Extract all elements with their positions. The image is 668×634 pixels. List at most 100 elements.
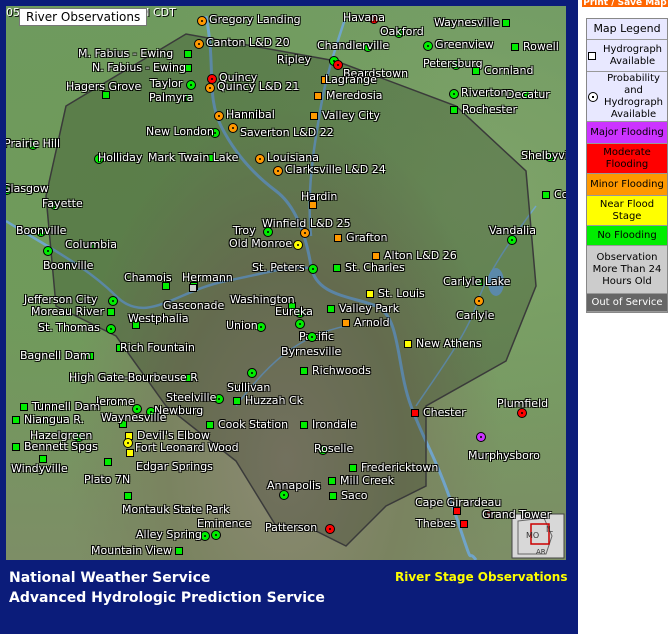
- station-marker[interactable]: [211, 530, 221, 540]
- station-marker[interactable]: [349, 464, 357, 472]
- station-marker[interactable]: [273, 166, 283, 176]
- station-marker[interactable]: [342, 319, 350, 327]
- station-marker[interactable]: [308, 264, 318, 274]
- station-marker[interactable]: [255, 154, 265, 164]
- station-marker[interactable]: [300, 421, 308, 429]
- station-marker[interactable]: [295, 319, 305, 329]
- station-label[interactable]: Oakford: [380, 26, 424, 38]
- station-label[interactable]: Moreau River: [31, 306, 104, 318]
- station-label[interactable]: Lagrange: [325, 74, 377, 86]
- station-marker[interactable]: [411, 409, 419, 417]
- station-label[interactable]: Saverton L&D 22: [240, 127, 334, 139]
- station-label[interactable]: High Gate-Bourbeuse R: [69, 372, 198, 384]
- station-label[interactable]: Hagers Grove: [66, 81, 141, 93]
- station-label[interactable]: Eureka: [275, 306, 313, 318]
- station-marker[interactable]: [263, 227, 273, 237]
- station-label[interactable]: Saco: [341, 490, 368, 502]
- station-marker[interactable]: [300, 367, 308, 375]
- station-label[interactable]: Winfield L&D 25: [262, 218, 351, 230]
- station-label[interactable]: Taylor: [150, 78, 182, 90]
- station-label[interactable]: Murphysboro: [468, 450, 540, 462]
- station-label[interactable]: Richwoods: [312, 365, 371, 377]
- station-marker[interactable]: [247, 368, 257, 378]
- station-marker[interactable]: [233, 397, 241, 405]
- station-label[interactable]: Rich Fountain: [120, 342, 195, 354]
- station-label[interactable]: Edgar Springs: [136, 461, 213, 473]
- station-marker[interactable]: [333, 60, 343, 70]
- station-marker[interactable]: [205, 83, 215, 93]
- station-label[interactable]: Prairie Hill: [6, 138, 60, 150]
- station-label[interactable]: Cook Station: [218, 419, 288, 431]
- station-marker[interactable]: [472, 67, 480, 75]
- station-marker[interactable]: [104, 458, 112, 466]
- station-marker[interactable]: [449, 89, 459, 99]
- station-label[interactable]: New Athens: [416, 338, 482, 350]
- station-label[interactable]: Chandlerville: [317, 40, 389, 52]
- station-label[interactable]: New London: [146, 126, 214, 138]
- station-label[interactable]: Annapolis: [267, 480, 321, 492]
- station-label[interactable]: Westphalia: [128, 313, 189, 325]
- station-label[interactable]: Montauk State Park: [122, 504, 229, 516]
- station-marker[interactable]: [206, 421, 214, 429]
- station-label[interactable]: Clarksville L&D 24: [285, 164, 386, 176]
- station-label[interactable]: M. Fabius - Ewing: [78, 48, 173, 60]
- station-marker[interactable]: [542, 191, 550, 199]
- station-label[interactable]: Hannibal: [226, 109, 275, 121]
- station-label[interactable]: Valley Park: [339, 303, 399, 315]
- station-marker[interactable]: [293, 240, 303, 250]
- station-label[interactable]: Byrnesville: [281, 346, 341, 358]
- station-label[interactable]: St. Thomas: [38, 322, 100, 334]
- station-marker[interactable]: [327, 305, 335, 313]
- station-marker[interactable]: [175, 547, 183, 555]
- station-label[interactable]: Carlyle: [456, 310, 494, 322]
- station-label[interactable]: Plato 7N: [84, 474, 130, 486]
- station-label[interactable]: Cowden: [554, 189, 566, 201]
- station-label[interactable]: Mill Creek: [340, 475, 394, 487]
- station-marker[interactable]: [186, 80, 196, 90]
- station-label[interactable]: Quincy L&D 21: [217, 81, 299, 93]
- station-label[interactable]: Waynesville: [434, 17, 499, 29]
- station-label[interactable]: Chamois: [124, 272, 172, 284]
- station-label[interactable]: Decatur: [506, 89, 550, 101]
- station-label[interactable]: Gasconade: [163, 300, 224, 312]
- station-marker[interactable]: [450, 106, 458, 114]
- station-label[interactable]: Valley City: [322, 110, 380, 122]
- station-label[interactable]: Columbia: [65, 239, 117, 251]
- station-label[interactable]: Palmyra: [149, 92, 193, 104]
- station-label[interactable]: Steelville: [166, 392, 216, 404]
- station-marker[interactable]: [511, 43, 519, 51]
- station-marker[interactable]: [214, 111, 224, 121]
- station-label[interactable]: Waynesville: [101, 412, 166, 424]
- station-label[interactable]: St. Peters: [252, 262, 305, 274]
- station-label[interactable]: Rowell: [523, 41, 559, 53]
- station-label[interactable]: Huzzah Ck: [245, 395, 303, 407]
- station-label[interactable]: Eminence: [197, 518, 251, 530]
- hydrology-map[interactable]: MO IL AR Gregory Landing Canton L&D 20 M. …: [6, 6, 566, 560]
- station-label[interactable]: Windyville: [11, 463, 68, 475]
- station-marker[interactable]: [107, 308, 115, 316]
- station-label[interactable]: Sullivan: [227, 382, 270, 394]
- station-marker[interactable]: [474, 296, 484, 306]
- station-label[interactable]: Alley Spring: [136, 529, 202, 541]
- station-label[interactable]: Niangua R.: [24, 414, 84, 426]
- station-marker[interactable]: [423, 41, 433, 51]
- station-label[interactable]: Canton L&D 20: [206, 37, 290, 49]
- station-label[interactable]: Rochester: [462, 104, 517, 116]
- station-marker[interactable]: [12, 443, 20, 451]
- station-label[interactable]: Chester: [423, 407, 466, 419]
- station-marker[interactable]: [502, 19, 510, 27]
- station-marker[interactable]: [314, 92, 322, 100]
- station-label[interactable]: St. Louis: [378, 288, 425, 300]
- station-marker[interactable]: [197, 16, 207, 26]
- station-label[interactable]: Fredericktown: [361, 462, 438, 474]
- station-marker[interactable]: [12, 416, 20, 424]
- station-label[interactable]: Thebes: [416, 518, 456, 530]
- station-label[interactable]: Mountain View: [91, 545, 172, 557]
- station-label[interactable]: Old Monroe: [229, 238, 292, 250]
- station-marker[interactable]: [184, 50, 192, 58]
- station-label[interactable]: Gregory Landing: [209, 14, 301, 26]
- station-label[interactable]: Ripley: [277, 54, 311, 66]
- station-marker[interactable]: [124, 492, 132, 500]
- station-label[interactable]: N. Fabius - Ewing: [92, 62, 186, 74]
- station-label[interactable]: Fort Leonard Wood: [135, 442, 239, 454]
